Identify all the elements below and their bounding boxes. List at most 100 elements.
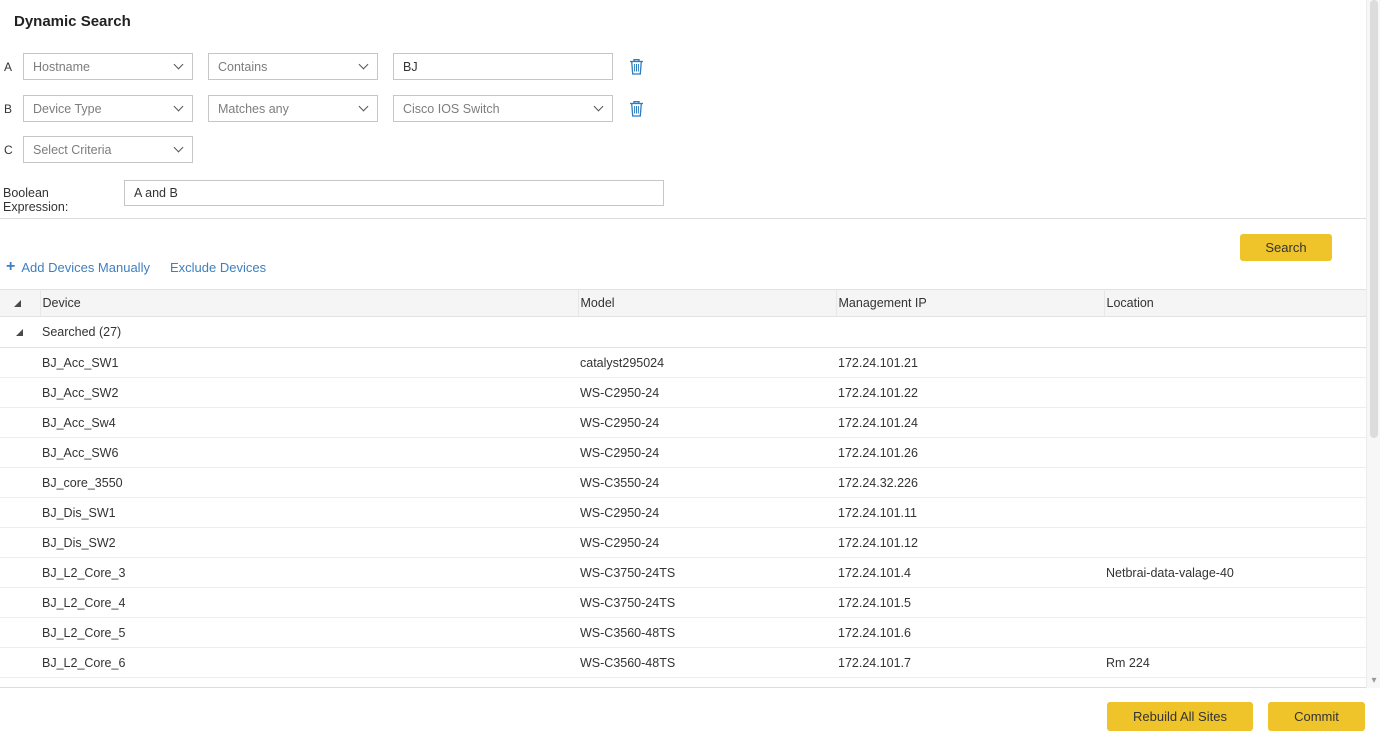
cell-device: BJ_L2_Core_4 [40, 588, 578, 618]
cell-device: BJ_Acc_SW1 [40, 348, 578, 378]
column-header-location[interactable]: Location [1104, 290, 1366, 317]
commit-button[interactable]: Commit [1268, 702, 1365, 731]
column-header-model[interactable]: Model [578, 290, 836, 317]
operator-select-a-value: Contains [218, 60, 267, 74]
table-row[interactable]: BJ_L2_Core_4WS-C3750-24TS172.24.101.5 [0, 588, 1366, 618]
add-devices-manually-link[interactable]: + Add Devices Manually [6, 259, 150, 275]
page-title: Dynamic Search [14, 13, 131, 30]
cell-device: BJ_Acc_SW6 [40, 438, 578, 468]
cell-model: WS-C2950-24 [578, 408, 836, 438]
table-row[interactable]: BJ_L2_Core_6WS-C3560-48TS172.24.101.7Rm … [0, 648, 1366, 678]
chevron-down-icon [174, 60, 184, 70]
cell-model: catalyst295024 [578, 348, 836, 378]
cell-location [1104, 438, 1366, 468]
boolean-expression-input[interactable] [124, 180, 664, 206]
cell-management-ip: 172.24.32.226 [836, 468, 1104, 498]
field-select-c[interactable]: Select Criteria [23, 136, 193, 163]
operator-select-b[interactable]: Matches any [208, 95, 378, 122]
table-row[interactable]: BJ_core_3550WS-C3550-24172.24.32.226 [0, 468, 1366, 498]
table-row[interactable]: BJ_Acc_SW1catalyst295024172.24.101.21 [0, 348, 1366, 378]
exclude-devices-label: Exclude Devices [170, 260, 266, 275]
cell-management-ip: 172.24.101.4 [836, 558, 1104, 588]
section-divider [0, 218, 1366, 219]
search-button[interactable]: Search [1240, 234, 1332, 261]
field-select-b[interactable]: Device Type [23, 95, 193, 122]
cell-management-ip: 172.24.101.21 [836, 348, 1104, 378]
expand-triangle-icon [16, 329, 23, 336]
device-table-body: Searched (27) BJ_Acc_SW1catalyst29502417… [0, 317, 1366, 678]
cell-management-ip: 172.24.101.26 [836, 438, 1104, 468]
cell-management-ip: 172.24.101.24 [836, 408, 1104, 438]
table-row[interactable]: BJ_Dis_SW2WS-C2950-24172.24.101.12 [0, 528, 1366, 558]
criteria-label-b: B [4, 102, 20, 116]
exclude-devices-link[interactable]: Exclude Devices [170, 260, 266, 275]
vertical-scrollbar[interactable]: ▾ [1366, 0, 1380, 688]
rebuild-all-sites-button[interactable]: Rebuild All Sites [1107, 702, 1253, 731]
cell-device: BJ_L2_Core_6 [40, 648, 578, 678]
cell-model: WS-C3750-24TS [578, 588, 836, 618]
chevron-down-icon [174, 102, 184, 112]
cell-location [1104, 618, 1366, 648]
cell-location [1104, 588, 1366, 618]
cell-location [1104, 468, 1366, 498]
cell-management-ip: 172.24.101.12 [836, 528, 1104, 558]
column-header-management-ip[interactable]: Management IP [836, 290, 1104, 317]
cell-management-ip: 172.24.101.6 [836, 618, 1104, 648]
row-indent [0, 588, 40, 618]
boolean-expression-label: Boolean Expression: [3, 186, 68, 214]
device-table: Device Model Management IP Location Sear… [0, 289, 1366, 678]
scroll-down-arrow-icon[interactable]: ▾ [1367, 675, 1380, 686]
field-select-a-value: Hostname [33, 60, 90, 74]
table-row[interactable]: BJ_Acc_SW6WS-C2950-24172.24.101.26 [0, 438, 1366, 468]
cell-location: Rm 224 [1104, 648, 1366, 678]
cell-location [1104, 408, 1366, 438]
cell-model: WS-C3560-48TS [578, 618, 836, 648]
value-select-b-value: Cisco IOS Switch [403, 102, 500, 116]
value-input-a[interactable] [393, 53, 613, 80]
table-row[interactable]: BJ_L2_Core_3WS-C3750-24TS172.24.101.4Net… [0, 558, 1366, 588]
table-row[interactable]: BJ_Dis_SW1WS-C2950-24172.24.101.11 [0, 498, 1366, 528]
table-row[interactable]: BJ_L2_Core_5WS-C3560-48TS172.24.101.6 [0, 618, 1366, 648]
operator-select-a[interactable]: Contains [208, 53, 378, 80]
cell-device: BJ_Acc_Sw4 [40, 408, 578, 438]
field-select-c-value: Select Criteria [33, 143, 112, 157]
chevron-down-icon [359, 60, 369, 70]
row-indent [0, 558, 40, 588]
row-indent [0, 438, 40, 468]
delete-criteria-a-button[interactable] [628, 58, 644, 75]
sort-toggle[interactable] [0, 290, 40, 317]
table-row[interactable]: BJ_Acc_SW2WS-C2950-24172.24.101.22 [0, 378, 1366, 408]
row-indent [0, 348, 40, 378]
cell-management-ip: 172.24.101.22 [836, 378, 1104, 408]
operator-select-b-value: Matches any [218, 102, 289, 116]
value-select-b[interactable]: Cisco IOS Switch [393, 95, 613, 122]
delete-criteria-b-button[interactable] [628, 100, 644, 117]
column-header-device[interactable]: Device [40, 290, 578, 317]
chevron-down-icon [174, 143, 184, 153]
table-row[interactable]: BJ_Acc_Sw4WS-C2950-24172.24.101.24 [0, 408, 1366, 438]
table-header-row: Device Model Management IP Location [0, 290, 1366, 317]
row-indent [0, 498, 40, 528]
cell-device: BJ_Acc_SW2 [40, 378, 578, 408]
field-select-a[interactable]: Hostname [23, 53, 193, 80]
table-bottom-divider [0, 687, 1366, 688]
group-expand-toggle[interactable] [0, 317, 40, 348]
row-indent [0, 378, 40, 408]
cell-device: BJ_Dis_SW2 [40, 528, 578, 558]
add-devices-manually-label: Add Devices Manually [21, 260, 150, 275]
row-indent [0, 528, 40, 558]
cell-management-ip: 172.24.101.11 [836, 498, 1104, 528]
trash-icon [629, 58, 644, 75]
criteria-label-c: C [4, 143, 20, 157]
cell-model: WS-C2950-24 [578, 438, 836, 468]
cell-location [1104, 498, 1366, 528]
chevron-down-icon [359, 102, 369, 112]
cell-model: WS-C2950-24 [578, 498, 836, 528]
cell-device: BJ_L2_Core_3 [40, 558, 578, 588]
cell-location [1104, 348, 1366, 378]
field-select-b-value: Device Type [33, 102, 102, 116]
row-indent [0, 408, 40, 438]
group-row-searched[interactable]: Searched (27) [0, 317, 1366, 348]
scrollbar-thumb[interactable] [1370, 0, 1378, 438]
row-indent [0, 618, 40, 648]
